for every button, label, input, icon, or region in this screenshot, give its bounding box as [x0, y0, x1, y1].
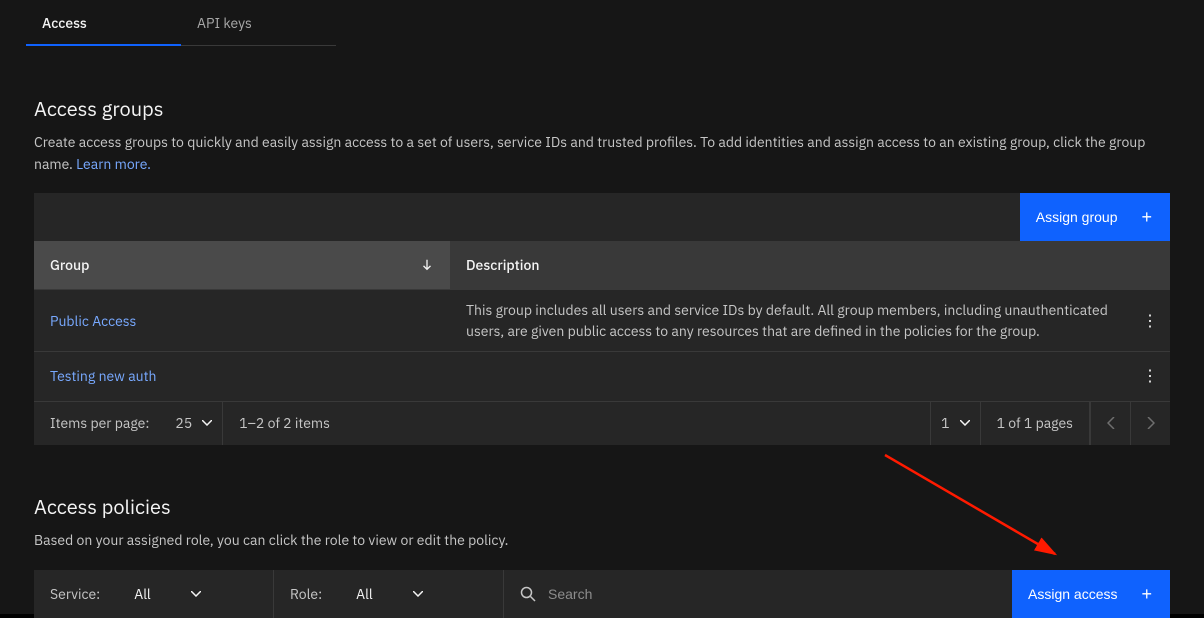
group-name-cell: Testing new auth	[34, 352, 450, 400]
items-range: 1–2 of 2 items	[223, 402, 346, 445]
items-per-page-select[interactable]: 25	[165, 402, 223, 445]
service-filter[interactable]: Service: All	[34, 570, 274, 618]
tab-access[interactable]: Access	[26, 0, 181, 46]
sort-descending-icon	[420, 258, 434, 272]
access-policies-description: Based on your assigned role, you can cli…	[34, 530, 1170, 552]
next-page-button[interactable]	[1130, 402, 1170, 445]
search-input[interactable]	[548, 586, 996, 602]
column-header-description: Description	[450, 241, 1170, 289]
chevron-down-icon	[202, 420, 212, 426]
group-description-cell: This group includes all users and servic…	[450, 290, 1130, 351]
table-toolbar: Assign group +	[34, 193, 1170, 241]
learn-more-link[interactable]: Learn more.	[76, 155, 151, 173]
pagination: Items per page: 25 1–2 of 2 items 1 1 of…	[34, 401, 1170, 445]
assign-group-label: Assign group	[1036, 209, 1118, 225]
assign-group-button[interactable]: Assign group +	[1020, 193, 1170, 241]
chevron-down-icon	[191, 591, 201, 597]
plus-icon: +	[1141, 585, 1152, 603]
items-per-page-label: Items per page:	[34, 402, 165, 445]
access-groups-title: Access groups	[34, 95, 1170, 122]
row-menu-icon[interactable]: ⋮	[1130, 366, 1170, 386]
table-header: Group Description	[34, 241, 1170, 289]
group-link-testing-new-auth[interactable]: Testing new auth	[50, 367, 156, 385]
policies-toolbar: Service: All Role: All Ass	[34, 570, 1170, 618]
chevron-down-icon	[413, 591, 423, 597]
role-filter-label: Role:	[290, 585, 322, 603]
group-description-cell	[450, 366, 1130, 386]
role-filter[interactable]: Role: All	[274, 570, 504, 618]
row-menu-icon[interactable]: ⋮	[1130, 311, 1170, 331]
table-row: Public Access This group includes all us…	[34, 289, 1170, 351]
caret-right-icon	[1147, 417, 1155, 429]
search-box	[504, 570, 1012, 618]
page-select[interactable]: 1	[930, 402, 980, 445]
access-groups-table: Assign group + Group Description Public …	[34, 193, 1170, 445]
tab-api-keys[interactable]: API keys	[181, 0, 336, 46]
access-groups-description: Create access groups to quickly and easi…	[34, 132, 1170, 175]
assign-access-label: Assign access	[1028, 586, 1117, 602]
assign-access-button[interactable]: Assign access +	[1012, 570, 1170, 618]
pages-text: 1 of 1 pages	[981, 402, 1090, 445]
group-name-cell: Public Access	[34, 297, 450, 345]
plus-icon: +	[1141, 208, 1152, 226]
tabs: Access API keys	[26, 0, 1170, 47]
column-header-group[interactable]: Group	[34, 241, 450, 289]
service-filter-label: Service:	[50, 585, 100, 603]
chevron-down-icon	[960, 420, 970, 426]
access-policies-title: Access policies	[34, 493, 1170, 520]
prev-page-button[interactable]	[1090, 402, 1130, 445]
caret-left-icon	[1107, 417, 1115, 429]
search-icon	[520, 586, 536, 602]
table-row: Testing new auth ⋮	[34, 351, 1170, 401]
group-link-public-access[interactable]: Public Access	[50, 312, 136, 330]
